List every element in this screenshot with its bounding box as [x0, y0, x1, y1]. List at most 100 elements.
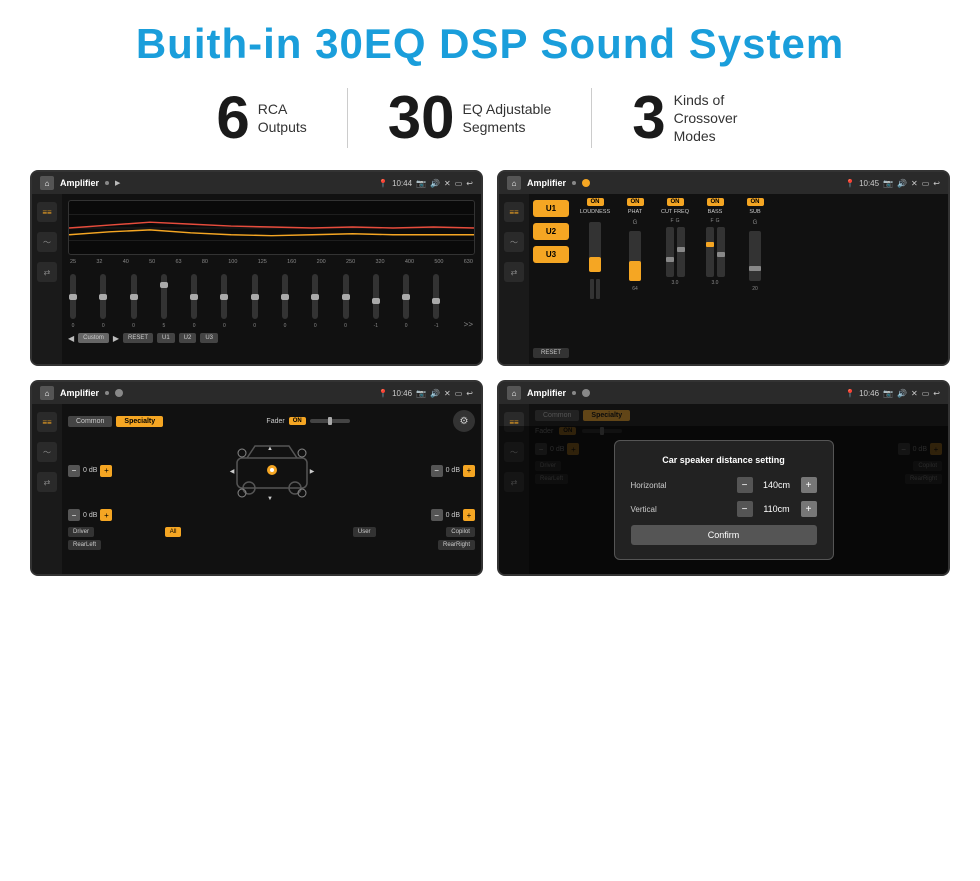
- confirm-button[interactable]: Confirm: [631, 525, 817, 545]
- user-btn-bl[interactable]: User: [353, 527, 376, 537]
- cross-icon-1[interactable]: ≡≡: [37, 412, 57, 432]
- phat-slider[interactable]: [629, 231, 641, 281]
- eq-track-13[interactable]: [433, 274, 439, 319]
- copilot-btn-bl[interactable]: Copilot: [446, 527, 475, 537]
- loudness-on[interactable]: ON: [587, 198, 604, 206]
- db-plus-2[interactable]: +: [463, 465, 475, 477]
- eq-reset-btn[interactable]: RESET: [123, 333, 153, 343]
- horizontal-minus-btn[interactable]: −: [737, 477, 753, 493]
- eq-track-5[interactable]: [191, 274, 197, 319]
- eq-track-2[interactable]: [100, 274, 106, 319]
- cutfreq-on[interactable]: ON: [667, 198, 684, 206]
- db-val-4: 0 dB: [446, 512, 460, 519]
- db-minus-2[interactable]: −: [431, 465, 443, 477]
- statusbar-bottomleft: ⌂ Amplifier 📍 10:46 📷 🔊 ✕ ▭ ↩: [32, 382, 481, 404]
- phat-label: PHAT: [628, 209, 642, 215]
- sub-slider[interactable]: [749, 231, 761, 281]
- eq-track-9[interactable]: [312, 274, 318, 319]
- eq-track-11[interactable]: [373, 274, 379, 319]
- eq-track-8[interactable]: [282, 274, 288, 319]
- u123-icon-3[interactable]: ⇄: [504, 262, 524, 282]
- home-icon-bl[interactable]: ⌂: [40, 386, 54, 400]
- reset-btn-tr[interactable]: RESET: [533, 348, 569, 358]
- u1-btn[interactable]: U1: [533, 200, 569, 217]
- cross-icon-2[interactable]: 〜: [37, 442, 57, 462]
- rearleft-btn-bl[interactable]: RearLeft: [68, 540, 101, 550]
- statusbar-topright: ⌂ Amplifier 📍 10:45 📷 🔊 ✕ ▭ ↩: [499, 172, 948, 194]
- eq-track-7[interactable]: [252, 274, 258, 319]
- vertical-plus-btn[interactable]: +: [801, 501, 817, 517]
- specialty-tab-bl[interactable]: Specialty: [116, 416, 163, 427]
- back-icon-tr: ↩: [933, 179, 940, 188]
- eq-track-4[interactable]: [161, 274, 167, 319]
- fader-track[interactable]: [310, 419, 350, 423]
- bass-f-slider[interactable]: [706, 227, 714, 277]
- statusbar-right-br: 📍 10:46 📷 🔊 ✕ ▭ ↩: [845, 389, 940, 398]
- eq-label-500: 500: [434, 259, 443, 265]
- screen-eq-panel: ⌂ Amplifier ▶ 📍 10:44 📷 🔊 ✕ ▭ ↩: [30, 170, 483, 366]
- db-minus-4[interactable]: −: [431, 509, 443, 521]
- db-plus-3[interactable]: +: [100, 509, 112, 521]
- db-plus-1[interactable]: +: [100, 465, 112, 477]
- phat-on[interactable]: ON: [627, 198, 644, 206]
- loudness-slider[interactable]: [589, 222, 601, 272]
- eq-custom-btn[interactable]: Custom: [78, 333, 109, 343]
- db-val-1: 0 dB: [83, 467, 97, 474]
- u2-btn[interactable]: U2: [533, 223, 569, 240]
- sub-label: SUB: [749, 209, 760, 215]
- eq-track-1[interactable]: [70, 274, 76, 319]
- db-val-3: 0 dB: [83, 512, 97, 519]
- location-icon-tl: 📍: [378, 179, 388, 188]
- eq-label-100: 100: [228, 259, 237, 265]
- eq-next-btn[interactable]: ▶: [113, 334, 119, 343]
- eq-label-250: 250: [346, 259, 355, 265]
- bass-on[interactable]: ON: [707, 198, 724, 206]
- fader-on-badge[interactable]: ON: [289, 417, 306, 425]
- location-icon-tr: 📍: [845, 179, 855, 188]
- db-plus-4[interactable]: +: [463, 509, 475, 521]
- location-icon-bl: 📍: [378, 389, 388, 398]
- app-title-tl: Amplifier: [60, 178, 99, 188]
- u123-icon-1[interactable]: ≡≡: [504, 202, 524, 222]
- all-btn-bl[interactable]: All: [165, 527, 182, 537]
- eq-label-200: 200: [317, 259, 326, 265]
- eq-track-6[interactable]: [221, 274, 227, 319]
- driver-btn-bl[interactable]: Driver: [68, 527, 94, 537]
- settings-circle-btn[interactable]: ⚙: [453, 410, 475, 432]
- home-icon-br[interactable]: ⌂: [507, 386, 521, 400]
- db-minus-3[interactable]: −: [68, 509, 80, 521]
- eq-icon-2[interactable]: 〜: [37, 232, 57, 252]
- common-tab-bl[interactable]: Common: [68, 416, 112, 427]
- db-minus-1[interactable]: −: [68, 465, 80, 477]
- u3-btn[interactable]: U3: [533, 246, 569, 263]
- time-tl: 10:44: [392, 179, 412, 188]
- eq-track-10[interactable]: [343, 274, 349, 319]
- horizontal-stepper: − 140cm +: [737, 477, 817, 493]
- bass-g-slider[interactable]: [717, 227, 725, 277]
- eq-icon-3[interactable]: ⇄: [37, 262, 57, 282]
- bass-labels: F G: [711, 218, 720, 224]
- eq-u3-btn[interactable]: U3: [200, 333, 218, 343]
- home-icon-tr[interactable]: ⌂: [507, 176, 521, 190]
- eq-icon-1[interactable]: ≡≡: [37, 202, 57, 222]
- rearright-btn-bl[interactable]: RearRight: [438, 540, 475, 550]
- window-icon-br: ▭: [922, 389, 930, 398]
- eq-prev-btn[interactable]: ◀: [68, 334, 74, 343]
- sub-on[interactable]: ON: [747, 198, 764, 206]
- cutfreq-g-slider[interactable]: [677, 227, 685, 277]
- eq-curve-svg: [69, 201, 474, 254]
- vertical-minus-btn[interactable]: −: [737, 501, 753, 517]
- home-icon[interactable]: ⌂: [40, 176, 54, 190]
- eq-slider-7: 0: [252, 274, 258, 329]
- eq-more-arrows[interactable]: >>: [464, 320, 473, 329]
- cutfreq-f-slider[interactable]: [666, 227, 674, 277]
- eq-u1-btn[interactable]: U1: [157, 333, 175, 343]
- eq-track-3[interactable]: [131, 274, 137, 319]
- u123-icon-2[interactable]: 〜: [504, 232, 524, 252]
- horizontal-plus-btn[interactable]: +: [801, 477, 817, 493]
- eq-val-7: 0: [253, 323, 256, 329]
- camera-icon-br: 📷: [883, 389, 893, 398]
- cross-icon-3[interactable]: ⇄: [37, 472, 57, 492]
- eq-track-12[interactable]: [403, 274, 409, 319]
- eq-u2-btn[interactable]: U2: [179, 333, 197, 343]
